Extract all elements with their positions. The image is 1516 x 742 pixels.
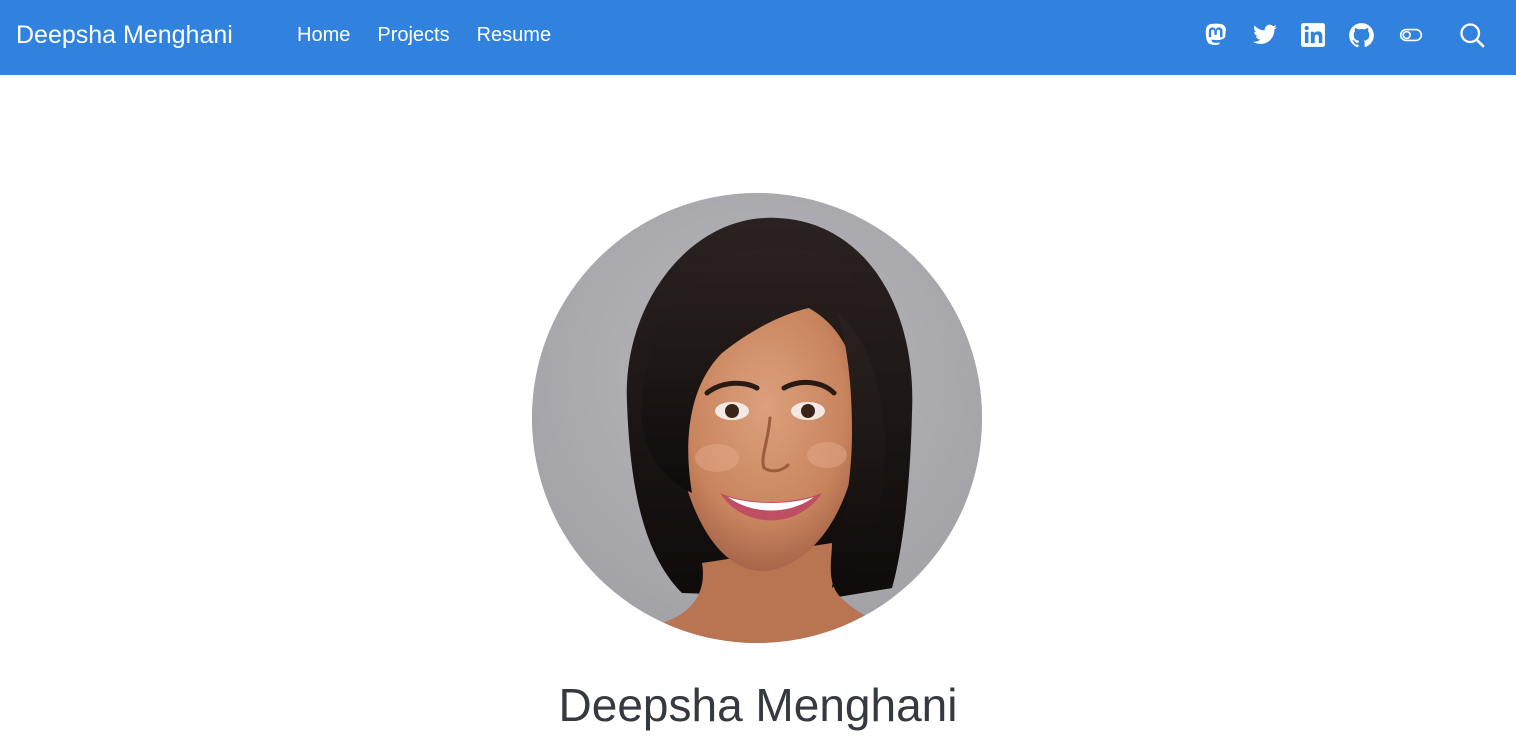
navbar: Deepsha Menghani Home Projects Resume — [0, 0, 1516, 75]
twitter-icon[interactable] — [1251, 20, 1279, 50]
portrait-illustration — [532, 193, 982, 643]
mastodon-icon[interactable] — [1202, 20, 1230, 50]
hero-name: Deepsha Menghani — [558, 679, 958, 731]
search-icon[interactable] — [1458, 20, 1486, 50]
hero: Deepsha Menghani — [0, 75, 1516, 742]
github-icon[interactable] — [1347, 20, 1375, 50]
profile-photo — [532, 193, 982, 643]
nav-icons — [0, 20, 1516, 50]
linkedin-icon[interactable] — [1299, 20, 1327, 50]
theme-toggle-icon[interactable] — [1397, 20, 1425, 50]
